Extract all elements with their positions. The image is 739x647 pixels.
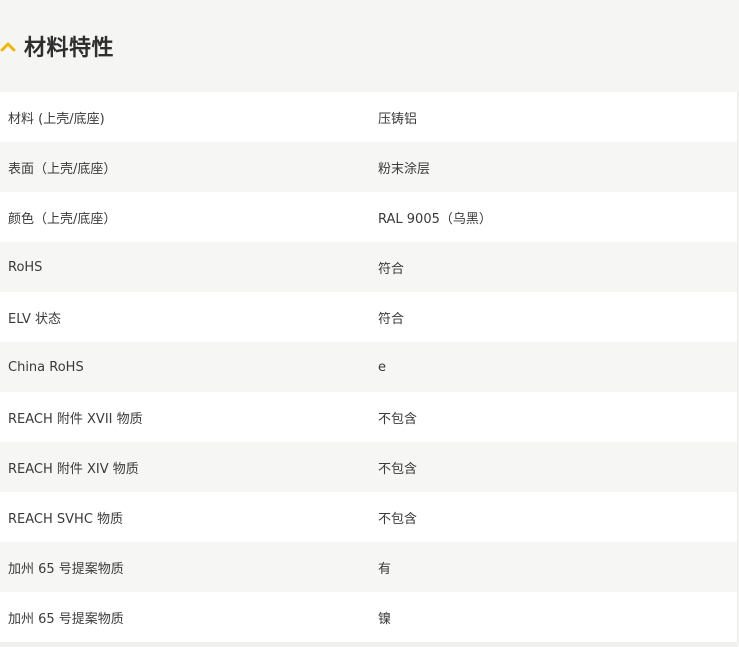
section-title: 材料特性 — [24, 36, 115, 61]
page: 材料特性 材料 (上壳/底座) 压铸铝 表面（上壳/底座） 粉末涂层 颜色（上壳… — [0, 0, 739, 647]
row-value: 不包含 — [378, 461, 418, 477]
table-row: REACH SVHC 物质 不包含 — [0, 492, 737, 542]
row-value: 粉末涂层 — [378, 161, 431, 177]
table-bottom-edge — [0, 642, 737, 647]
table-row: 加州 65 号提案物质 镍 — [0, 592, 737, 642]
row-value: 不包含 — [378, 511, 418, 527]
row-value: 符合 — [378, 261, 405, 277]
table-row: 颜色（上壳/底座） RAL 9005（乌黑） — [0, 192, 737, 242]
table-row: RoHS 符合 — [0, 242, 737, 292]
row-label: China RoHS — [8, 359, 84, 375]
row-value: RAL 9005（乌黑） — [378, 211, 492, 227]
row-value: 有 — [378, 561, 392, 577]
table-row: REACH 附件 XVII 物质 不包含 — [0, 392, 737, 442]
row-label: RoHS — [8, 259, 43, 275]
row-label: REACH SVHC 物质 — [8, 511, 124, 527]
row-label: 加州 65 号提案物质 — [8, 561, 124, 577]
row-label: 颜色（上壳/底座） — [8, 211, 117, 227]
chevron-up-icon[interactable] — [0, 38, 18, 56]
row-value: e — [378, 359, 386, 375]
table-row: 加州 65 号提案物质 有 — [0, 542, 737, 592]
table-row: ELV 状态 符合 — [0, 292, 737, 342]
material-properties-header[interactable]: 材料特性 — [0, 0, 739, 92]
row-label: REACH 附件 XVII 物质 — [8, 411, 143, 427]
spec-table: 材料 (上壳/底座) 压铸铝 表面（上壳/底座） 粉末涂层 颜色（上壳/底座） … — [0, 92, 738, 642]
row-label: 加州 65 号提案物质 — [8, 611, 124, 627]
row-label: 表面（上壳/底座） — [8, 161, 117, 177]
row-value: 不包含 — [378, 411, 418, 427]
row-label: ELV 状态 — [8, 311, 62, 327]
row-value: 符合 — [378, 311, 405, 327]
row-label: 材料 (上壳/底座) — [8, 111, 105, 127]
row-label: REACH 附件 XIV 物质 — [8, 461, 139, 477]
row-value: 压铸铝 — [378, 111, 418, 127]
table-row: 表面（上壳/底座） 粉末涂层 — [0, 142, 737, 192]
table-row: REACH 附件 XIV 物质 不包含 — [0, 442, 737, 492]
table-row: China RoHS e — [0, 342, 737, 392]
row-value: 镍 — [378, 611, 392, 627]
table-row: 材料 (上壳/底座) 压铸铝 — [0, 92, 737, 142]
